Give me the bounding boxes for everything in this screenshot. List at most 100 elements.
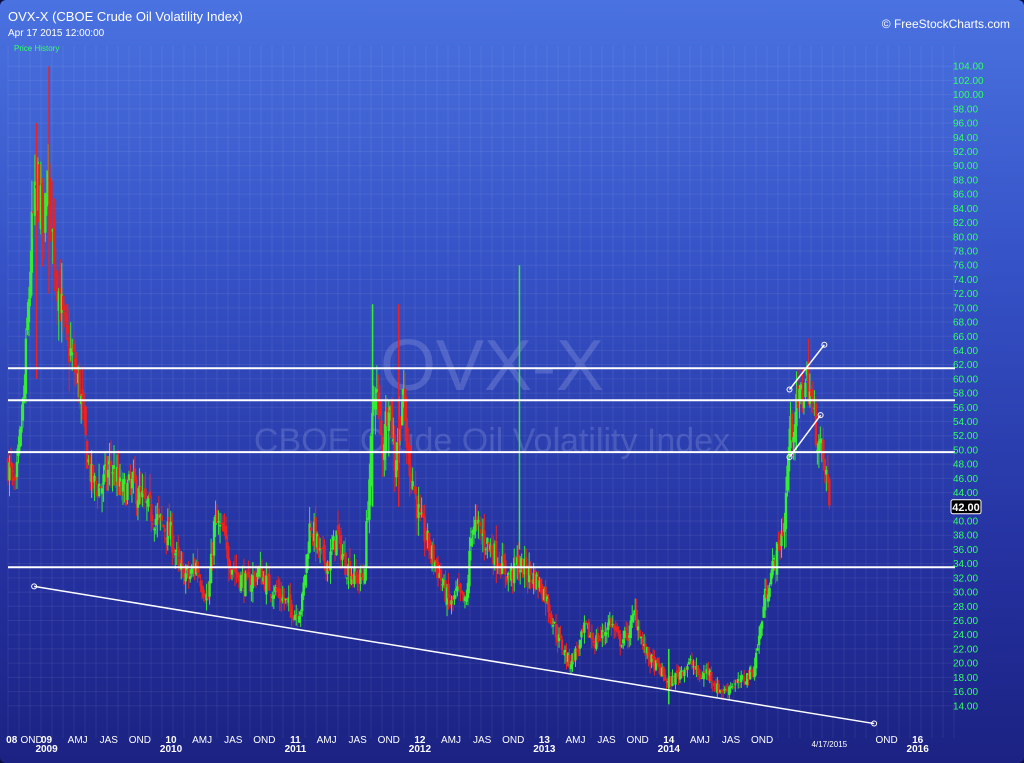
- candle-body: [742, 676, 746, 682]
- candle-body: [423, 517, 426, 542]
- candle-body: [217, 521, 220, 523]
- candle-body: [584, 621, 588, 623]
- candle-body: [244, 572, 247, 597]
- candle-body: [793, 424, 797, 443]
- x-tick-label: 2011: [285, 744, 307, 755]
- candle-body: [604, 632, 607, 636]
- y-tick-label: 48.00: [953, 460, 978, 471]
- candle-body: [611, 624, 614, 626]
- y-tick-label: 24.00: [953, 630, 978, 641]
- x-tick-label: OND: [378, 735, 400, 746]
- candle-body: [353, 567, 356, 584]
- candle-body: [378, 400, 382, 416]
- candle-body: [29, 271, 32, 299]
- candle-body: [475, 516, 479, 520]
- candle-body: [369, 435, 373, 487]
- candle-body: [85, 440, 89, 469]
- candle-body: [24, 338, 28, 394]
- candle-body: [605, 632, 609, 634]
- x-axis: 08 OND092009AMJ JAS OND 102010AMJ JAS OND 11201…: [6, 735, 929, 755]
- candle-body: [380, 420, 383, 435]
- candle-body: [299, 611, 302, 615]
- candle-body: [580, 631, 583, 638]
- candle-body: [623, 630, 626, 638]
- x-tick-label: JAS: [722, 735, 741, 746]
- candle-body: [686, 666, 689, 670]
- candle-body: [680, 670, 683, 672]
- candle-body: [106, 469, 110, 478]
- candle-body: [596, 632, 600, 643]
- x-tick-label: 2013: [533, 744, 556, 755]
- candle-body: [66, 325, 69, 334]
- x-tick-label: JAS: [349, 735, 368, 746]
- candle-body: [772, 557, 776, 560]
- candle-body: [828, 479, 831, 506]
- y-tick-label: 22.00: [953, 644, 978, 655]
- candle-body: [251, 575, 255, 589]
- candle-body: [469, 538, 473, 547]
- candle-body: [641, 638, 644, 644]
- x-tick-label: AMJ: [68, 735, 88, 746]
- candle-body: [226, 542, 229, 559]
- y-tick-label: 92.00: [953, 147, 978, 158]
- x-tick-label: 2010: [160, 744, 183, 755]
- candle-body: [62, 295, 65, 311]
- y-tick-label: 60.00: [953, 374, 978, 385]
- candle-body: [290, 604, 293, 618]
- candle-body: [150, 504, 153, 522]
- candle-body: [583, 622, 586, 633]
- candle-body: [577, 649, 580, 651]
- candle-body: [215, 509, 219, 523]
- candle-body: [109, 461, 113, 467]
- candle-body: [732, 686, 735, 688]
- last-price-value: 42.00: [952, 502, 980, 514]
- candle-body: [432, 544, 435, 565]
- y-tick-label: 16.00: [953, 687, 978, 698]
- candle-body: [560, 639, 564, 650]
- candle-body: [480, 529, 483, 534]
- candle-body: [162, 525, 165, 527]
- candle-body: [73, 358, 77, 373]
- candle-body: [365, 521, 368, 567]
- candle-body: [780, 534, 783, 546]
- candle-body: [622, 639, 625, 644]
- x-tick-label: OND: [751, 735, 773, 746]
- candle-body: [559, 634, 562, 639]
- y-tick-label: 18.00: [953, 673, 978, 684]
- candle-body: [675, 670, 679, 674]
- candle-body: [97, 483, 101, 497]
- candle-body: [303, 574, 307, 586]
- y-tick-label: 46.00: [953, 474, 978, 485]
- candlestick-chart[interactable]: OVX-X CBOE Crude Oil Volatility Index 14…: [0, 0, 1024, 763]
- y-tick-label: 56.00: [953, 403, 978, 414]
- candle-body: [181, 563, 184, 566]
- candle-body: [630, 615, 634, 622]
- candle-body: [160, 515, 164, 521]
- candle-body: [775, 542, 779, 575]
- candle-body: [547, 599, 550, 613]
- y-tick-label: 38.00: [953, 531, 978, 542]
- candle-body: [629, 620, 632, 639]
- y-tick-label: 62.00: [953, 360, 978, 371]
- candle-body: [323, 544, 326, 563]
- candle-body: [338, 532, 341, 534]
- y-tick-label: 68.00: [953, 318, 978, 329]
- candle-body: [720, 689, 723, 692]
- candle-body: [748, 667, 752, 680]
- candle-body: [427, 532, 431, 552]
- candle-body: [696, 665, 700, 675]
- y-tick-label: 26.00: [953, 616, 978, 627]
- candle-body: [447, 583, 450, 599]
- candle-body: [363, 568, 367, 584]
- candle-body: [377, 391, 380, 401]
- y-tick-label: 54.00: [953, 417, 978, 428]
- x-tick-label: JAS: [224, 735, 243, 746]
- x-tick-label: 2014: [658, 744, 681, 755]
- y-tick-label: 72.00: [953, 289, 978, 300]
- candle-body: [157, 508, 161, 514]
- candle-body: [814, 403, 818, 446]
- candle-body: [156, 513, 159, 521]
- trendline: [788, 344, 825, 391]
- candle-body: [619, 633, 622, 647]
- candle-body: [72, 344, 75, 353]
